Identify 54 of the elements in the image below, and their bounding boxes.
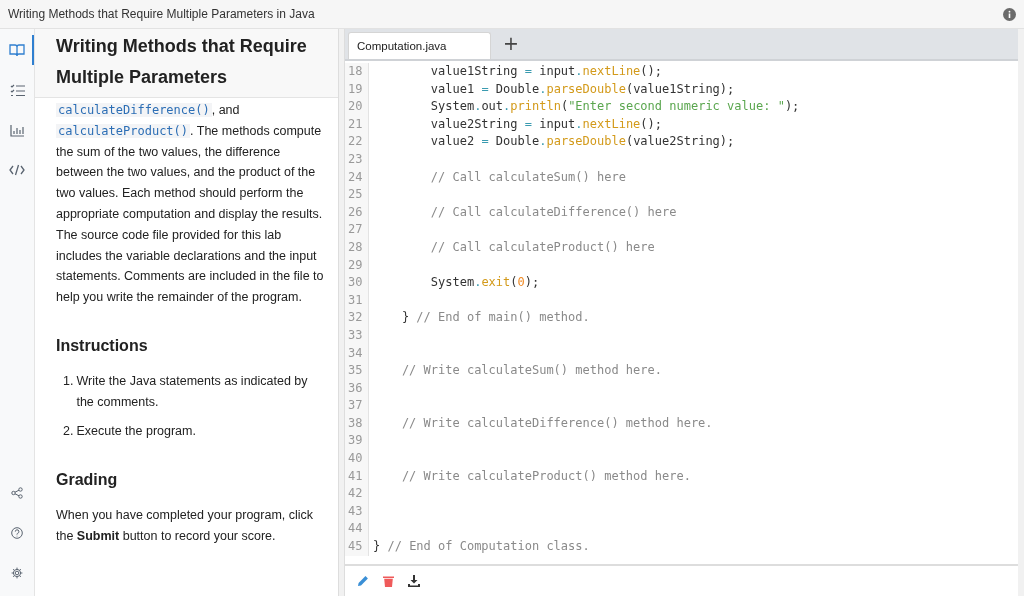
line-number: 22 <box>345 133 369 151</box>
code-line: // Write calculateSum() method here. <box>400 362 662 380</box>
lesson-title: Writing Methods that Require Multiple Parameters <box>35 29 338 98</box>
code-icon <box>9 164 25 176</box>
line-number: 39 <box>345 432 369 451</box>
checklist-icon <box>9 83 25 97</box>
code-line: value1 = Double.parseDouble(value1String); <box>429 80 735 98</box>
code-line: value1String = input.nextLine(); <box>429 63 663 80</box>
trash-icon <box>383 575 394 587</box>
book-icon <box>9 43 25 57</box>
download-button[interactable] <box>408 575 420 587</box>
code-line: // Write calculateDifference() method here. <box>400 414 713 432</box>
instruction-item: Write the Java statements as indicated by the comments. <box>76 372 309 411</box>
line-number: 25 <box>345 186 369 204</box>
list-number: 1. <box>63 372 74 390</box>
code-line: // Call calculateSum() here <box>429 168 626 186</box>
info-icon[interactable] <box>1003 7 1016 21</box>
add-tab-button[interactable]: + <box>497 32 525 59</box>
code-line: value2 = Double.parseDouble(value2String); <box>429 133 735 151</box>
section-heading: Grading <box>56 470 119 491</box>
file-tab[interactable]: Computation.java <box>348 32 491 59</box>
bar-chart-icon <box>9 123 25 137</box>
line-number: 30 <box>345 274 369 292</box>
code-line: // Write calculateProduct() method here. <box>400 467 691 485</box>
share-icon <box>11 487 23 499</box>
line-number: 32 <box>345 309 369 327</box>
window-title: Writing Methods that Require Multiple Parameters in Java <box>8 7 315 21</box>
line-number: 44 <box>345 520 369 539</box>
lesson-paragraph: calculateDifference() , and calculateProduct() . The methods compute the sum of the two values, the difference between the two values, and the product of the two values. Each method should perform the appropriate computation and display the results. The source code file provided for this lab includes the variable declarations and the input statements. Comments are included in the file to help you write the remainder of the program. <box>56 102 324 307</box>
instruction-item: Execute the program. <box>76 423 196 441</box>
code-line: } // End of main() method. <box>400 309 590 327</box>
delete-button[interactable] <box>383 575 394 587</box>
code-line: // Call calculateDifference() here <box>429 203 677 221</box>
line-number: 45 <box>345 538 369 556</box>
line-number: 42 <box>345 485 369 503</box>
line-number: 40 <box>345 450 369 468</box>
pencil-icon <box>357 575 369 587</box>
edit-button[interactable] <box>357 575 369 587</box>
code-line: System.out.println("Enter second numeric value: "); <box>429 98 800 116</box>
line-number: 37 <box>345 397 369 415</box>
grading-paragraph: When you have completed your program, click the Submit button to record your score. <box>56 506 315 545</box>
code-line: // Call calculateProduct() here <box>429 238 655 256</box>
line-number: 27 <box>345 221 369 239</box>
code-line: value2String = input.nextLine(); <box>429 115 663 133</box>
code-line: } // End of Computation class. <box>372 538 590 556</box>
help-icon <box>11 527 23 539</box>
section-heading: Instructions <box>56 335 149 356</box>
line-number: 18 <box>345 63 369 81</box>
line-number: 20 <box>345 98 369 116</box>
download-icon <box>408 575 420 587</box>
line-number: 35 <box>345 362 369 380</box>
list-number: 2. <box>63 423 74 441</box>
settings-icon <box>11 567 23 579</box>
code-line: System.exit(0); <box>429 274 540 292</box>
